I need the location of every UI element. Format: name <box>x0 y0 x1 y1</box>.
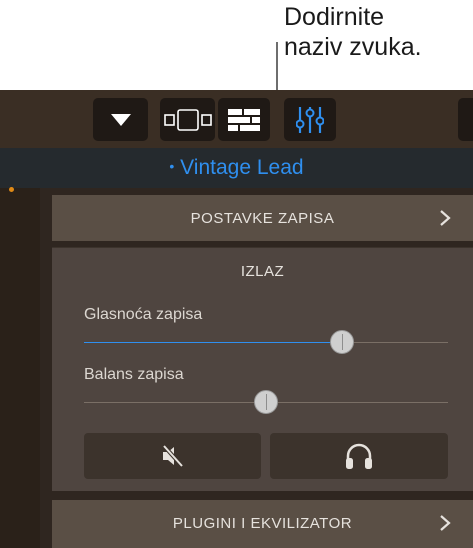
headphones-icon <box>346 443 372 469</box>
volume-fill <box>84 342 343 343</box>
output-panel: IZLAZ Glasnoća zapisa Balans zapisa <box>52 247 473 491</box>
callout-line2: naziv zvuka. <box>284 33 422 61</box>
sound-bullet: • <box>169 158 175 174</box>
track-settings-row[interactable]: POSTAVKE ZAPISA <box>52 195 473 241</box>
volume-knob[interactable] <box>330 330 355 354</box>
toolbar-edge-button[interactable] <box>458 98 473 141</box>
speaker-mute-icon <box>162 444 183 468</box>
mixer-button[interactable] <box>218 98 270 141</box>
solo-button[interactable] <box>270 433 448 479</box>
track-settings-label: POSTAVKE ZAPISA <box>190 209 335 227</box>
sound-name-label[interactable]: Vintage Lead <box>180 156 303 179</box>
playhead-marker <box>9 187 14 192</box>
volume-label: Glasnoća zapisa <box>84 306 203 323</box>
pan-knob[interactable] <box>254 390 278 414</box>
dropdown-button[interactable] <box>93 98 148 141</box>
triangle-down-icon <box>110 113 131 126</box>
callout-line1: Dodirnite <box>284 3 385 31</box>
pan-slider[interactable] <box>84 390 448 414</box>
chevron-right-icon <box>440 210 451 226</box>
toolbar <box>0 90 473 148</box>
sound-name-button[interactable]: • Vintage Lead <box>0 156 473 180</box>
pan-label: Balans zapisa <box>84 366 184 383</box>
view-switcher-button[interactable] <box>160 98 215 141</box>
output-header: IZLAZ <box>240 262 285 280</box>
garageband-panel: • Vintage Lead POSTAVKE ZAPISA IZLAZ Gla… <box>0 90 473 548</box>
plugins-eq-label: PLUGINI I EKVILIZATOR <box>172 514 353 532</box>
sliders-icon <box>296 106 324 133</box>
chevron-right-icon <box>440 515 451 531</box>
mixer-icon <box>228 108 260 131</box>
controls-button[interactable] <box>284 98 336 141</box>
volume-slider[interactable] <box>84 330 448 354</box>
mute-button[interactable] <box>84 433 261 479</box>
plugins-eq-row[interactable]: PLUGINI I EKVILIZATOR <box>52 500 473 548</box>
callout-text: Dodirnite naziv zvuka. <box>284 2 469 62</box>
tracks-view-icon <box>163 108 212 131</box>
track-strip <box>0 188 40 548</box>
